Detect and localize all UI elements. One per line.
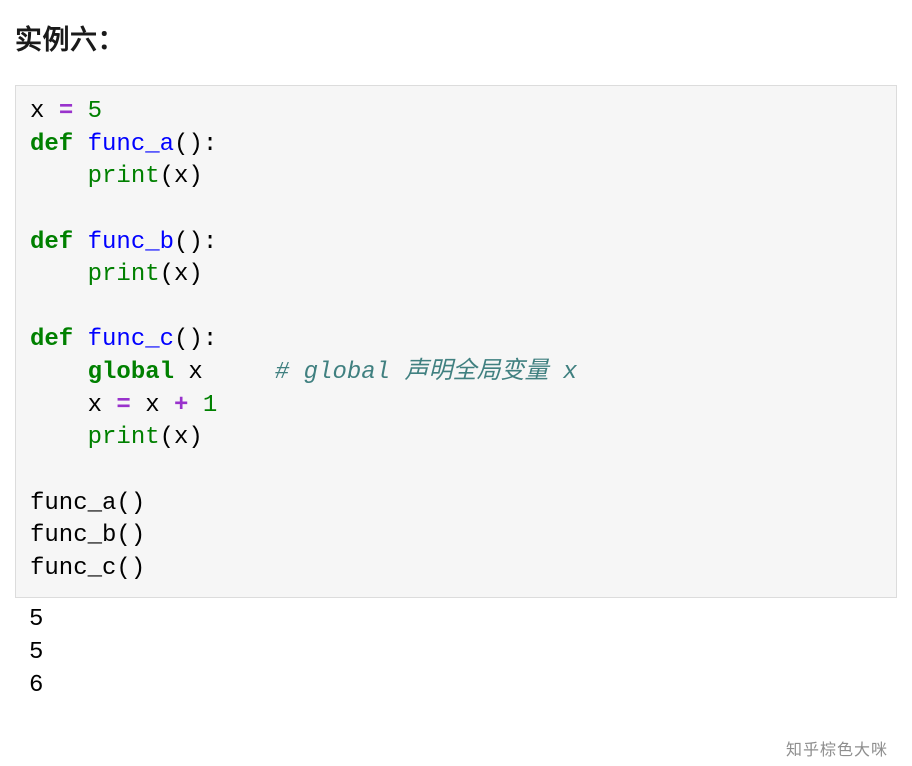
code-block: x = 5 def func_a(): print(x) def func_b(… xyxy=(15,85,897,598)
section-heading: 实例六： xyxy=(15,18,897,57)
output-block: 5 5 6 xyxy=(15,598,897,702)
watermark: 知乎棕色大咪 xyxy=(786,736,888,760)
